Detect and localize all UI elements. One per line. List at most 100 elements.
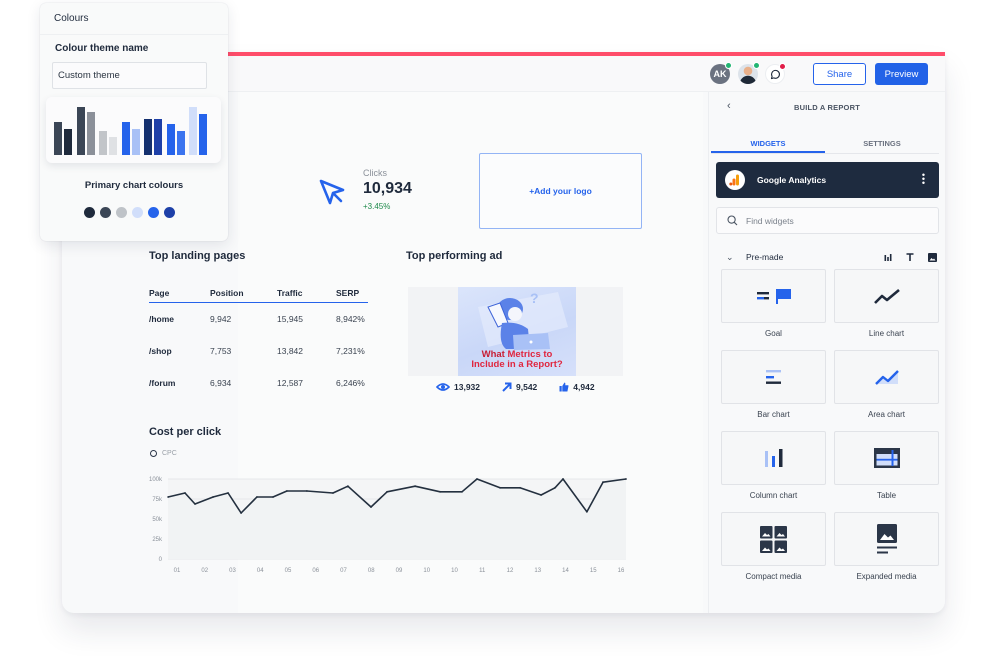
ad-stat-likes: 4,942 <box>559 382 595 392</box>
widget-table[interactable]: Table <box>834 431 939 512</box>
ad-image[interactable]: ? What Metrics to Include in a Report? <box>458 287 576 376</box>
x-tick-label: 10 <box>423 568 430 574</box>
kpi-change: +3.45% <box>363 202 391 211</box>
data-point <box>194 503 196 505</box>
arrow-up-right-icon <box>502 382 512 392</box>
collaborator-avatar[interactable] <box>738 62 760 84</box>
cell-serp: 7,231% <box>336 346 365 356</box>
data-source-name: Google Analytics <box>757 175 827 185</box>
chevron-down-icon[interactable]: ⌄ <box>726 252 746 263</box>
more-options-icon[interactable]: • • • <box>922 171 925 188</box>
theme-name-input[interactable] <box>52 62 207 89</box>
cell-position: 9,942 <box>210 314 232 324</box>
chart-title: Cost per click <box>149 426 222 438</box>
comments-button[interactable] <box>765 63 786 84</box>
column-header[interactable]: Traffic <box>277 286 336 302</box>
google-analytics-icon <box>725 170 745 190</box>
data-point <box>439 490 441 493</box>
colour-swatch[interactable] <box>148 207 159 218</box>
y-tick-label: 0 <box>159 557 163 563</box>
svg-text:?: ? <box>530 290 539 306</box>
data-point <box>285 490 288 492</box>
x-tick-label: 04 <box>257 568 264 574</box>
x-tick-label: 09 <box>396 568 403 574</box>
widget-label: Expanded media <box>856 572 917 581</box>
widget-bar-chart[interactable]: Bar chart <box>721 350 826 431</box>
widget-expanded-media[interactable]: Expanded media <box>834 512 939 593</box>
widget-label: Goal <box>765 329 782 338</box>
widget-goal[interactable]: Goal <box>721 269 826 350</box>
tab-settings[interactable]: SETTINGS <box>825 134 939 153</box>
colour-swatch[interactable] <box>164 207 175 218</box>
notification-indicator <box>779 63 786 70</box>
x-tick-label: 01 <box>174 568 181 574</box>
online-indicator <box>753 62 760 69</box>
kpi-label: Clicks <box>363 168 387 178</box>
widget-column-chart[interactable]: Column chart <box>721 431 826 512</box>
cell-serp: 8,942% <box>336 314 365 324</box>
data-point <box>227 492 229 494</box>
image-filter-icon[interactable] <box>928 252 937 262</box>
data-point <box>585 510 588 513</box>
column-header[interactable]: Position <box>210 286 277 302</box>
preview-bar <box>76 107 85 155</box>
ad-stats: 13,932 9,542 4,942 <box>436 382 617 392</box>
cpc-line-chart: 0 25k 50k 75k 100k 01 02 03 04 05 06 07 08 09 10 10 11 12… <box>149 477 627 574</box>
widget-label: Area chart <box>868 410 905 419</box>
panel-header: ‹ BUILD A REPORT <box>709 92 945 122</box>
ad-stat-clicks: 9,542 <box>502 382 537 392</box>
share-button[interactable]: Share <box>813 63 866 85</box>
area-chart-icon <box>874 370 899 385</box>
column-header[interactable]: SERP <box>336 286 368 302</box>
preview-button[interactable]: Preview <box>875 63 928 85</box>
y-tick-label: 25k <box>152 537 163 543</box>
cursor-icon <box>319 179 345 205</box>
y-tick-label: 100k <box>149 477 163 483</box>
x-tick-label: 16 <box>618 568 625 574</box>
chart-legend[interactable]: CPC <box>150 450 177 457</box>
goal-icon <box>756 289 791 304</box>
colour-swatch[interactable] <box>132 207 143 218</box>
legend-label: CPC <box>162 450 177 457</box>
cell-page: /forum <box>149 378 176 388</box>
add-logo-button[interactable]: +Add your logo <box>479 153 642 229</box>
data-point <box>256 496 258 498</box>
data-point <box>414 485 416 488</box>
widget-label: Table <box>876 491 897 500</box>
compact-media-icon <box>760 525 787 553</box>
preview-bar <box>86 111 95 155</box>
expanded-media-icon <box>876 524 897 554</box>
widget-compact-media[interactable]: Compact media <box>721 512 826 593</box>
data-point <box>332 492 334 494</box>
data-point <box>499 486 501 489</box>
widget-search-input[interactable] <box>746 215 916 226</box>
widget-line-chart[interactable]: Line chart <box>834 269 939 350</box>
preview-bar <box>109 136 117 155</box>
widget-area-chart[interactable]: Area chart <box>834 350 939 431</box>
widget-search <box>716 207 939 234</box>
colour-swatch[interactable] <box>100 207 111 218</box>
data-point <box>476 478 478 480</box>
panel-tabs: WIDGETS SETTINGS <box>711 134 939 154</box>
colour-swatch[interactable] <box>116 207 127 218</box>
premade-section-header[interactable]: ⌄ Pre-made <box>726 250 937 264</box>
data-point <box>240 512 243 514</box>
data-point <box>305 490 308 492</box>
colour-swatch[interactable] <box>84 207 95 218</box>
preview-bar <box>54 122 62 155</box>
cell-page: /shop <box>149 346 172 356</box>
data-source-card[interactable]: Google Analytics • • • <box>716 162 939 198</box>
cell-traffic: 15,945 <box>277 314 303 324</box>
column-header[interactable]: Page <box>149 286 210 302</box>
chart-filter-icon[interactable] <box>884 253 892 261</box>
user-avatar[interactable]: AK <box>710 62 732 84</box>
y-tick-label: 75k <box>152 497 163 503</box>
ad-stat-views: 13,932 <box>436 382 480 392</box>
widget-label: Compact media <box>745 572 802 581</box>
data-point <box>272 496 274 498</box>
cell-traffic: 13,842 <box>277 346 303 356</box>
cell-position: 6,934 <box>210 378 232 388</box>
tab-widgets[interactable]: WIDGETS <box>711 134 825 153</box>
y-tick-label: 50k <box>152 517 163 523</box>
text-filter-icon[interactable] <box>906 253 914 261</box>
